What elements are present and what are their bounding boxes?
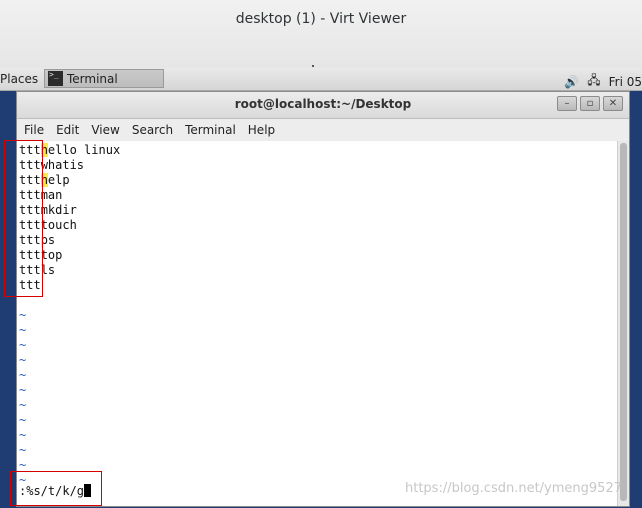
maximize-button[interactable]: ▫ — [580, 96, 600, 111]
vim-empty-line-tilde: ~ — [19, 383, 27, 397]
menu-help[interactable]: Help — [248, 123, 275, 137]
top-panel: Places >_ Terminal 🔊 🖧 Fri 05 — [0, 68, 642, 91]
vim-empty-line-tilde: ~ — [19, 308, 27, 322]
terminal-scrollbar[interactable] — [617, 141, 629, 506]
terminal-titlebar[interactable]: root@localhost:~/Desktop – ▫ ✕ — [17, 92, 629, 119]
vim-empty-line-tilde: ~ — [19, 323, 27, 337]
viewer-menu-dot — [312, 65, 314, 67]
menu-edit[interactable]: Edit — [56, 123, 79, 137]
menu-search[interactable]: Search — [132, 123, 173, 137]
line-rest: elp — [47, 173, 70, 187]
menu-terminal[interactable]: Terminal — [185, 123, 236, 137]
line-rest: ello linux — [47, 143, 121, 157]
terminal-menubar: File Edit View Search Terminal Help — [17, 119, 629, 141]
network-icon[interactable]: 🖧 — [587, 71, 600, 92]
taskbar-terminal-label: Terminal — [67, 72, 118, 86]
annotation-box-prefix — [4, 140, 43, 297]
line-rest: mkdir — [40, 203, 77, 217]
vim-empty-line-tilde: ~ — [19, 368, 27, 382]
vim-empty-line-tilde: ~ — [19, 338, 27, 352]
places-menu[interactable]: Places — [0, 72, 38, 86]
vim-empty-line-tilde: ~ — [19, 443, 27, 457]
watermark: https://blog.csdn.net/ymeng9527 — [405, 481, 622, 496]
vim-empty-line-tilde: ~ — [19, 428, 27, 442]
close-button[interactable]: ✕ — [603, 96, 623, 111]
menu-file[interactable]: File — [24, 123, 44, 137]
taskbar-terminal[interactable]: >_ Terminal — [44, 69, 164, 88]
volume-icon[interactable]: 🔊 — [564, 75, 579, 89]
terminal-icon: >_ — [48, 71, 63, 86]
line-rest: man — [40, 188, 63, 202]
line-rest: whatis — [40, 158, 85, 172]
clock[interactable]: Fri 05 — [609, 75, 642, 89]
viewer-title: desktop (1) - Virt Viewer — [235, 11, 407, 27]
vim-empty-line-tilde: ~ — [19, 353, 27, 367]
vim-empty-line-tilde: ~ — [19, 413, 27, 427]
annotation-box-command — [10, 471, 102, 506]
line-rest: touch — [40, 218, 77, 232]
viewer-titlebar: desktop (1) - Virt Viewer — [0, 0, 642, 69]
minimize-button[interactable]: – — [557, 96, 577, 111]
system-tray: 🔊 🖧 Fri 05 — [564, 71, 642, 92]
terminal-title: root@localhost:~/Desktop — [234, 97, 412, 111]
vim-empty-line-tilde: ~ — [19, 398, 27, 412]
terminal-content[interactable]: :%s/t/k/g ttthello linux tttwhatis ttthelp… — [17, 141, 617, 506]
menu-view[interactable]: View — [91, 123, 119, 137]
scrollbar-thumb[interactable] — [620, 143, 627, 501]
line-rest: top — [40, 248, 63, 262]
terminal-window: root@localhost:~/Desktop – ▫ ✕ File Edit… — [17, 92, 629, 506]
